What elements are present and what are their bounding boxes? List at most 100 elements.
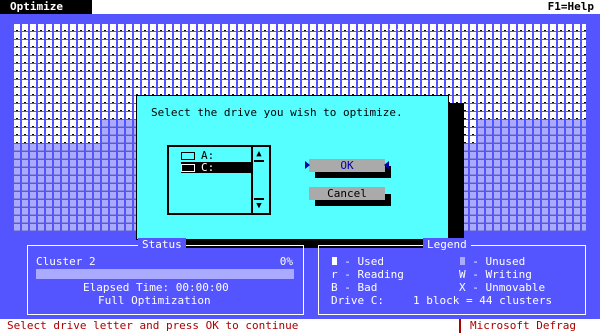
legend-reading: r - Reading bbox=[331, 268, 404, 281]
drive-list[interactable]: A: C: ▲ ▼ bbox=[167, 145, 271, 215]
cluster-block bbox=[78, 152, 84, 159]
cluster-block bbox=[542, 120, 548, 127]
cluster-block bbox=[246, 24, 252, 31]
cluster-block bbox=[238, 24, 244, 31]
cluster-block bbox=[526, 152, 532, 159]
cluster-block bbox=[14, 40, 20, 47]
cluster-block bbox=[70, 24, 76, 31]
cluster-block bbox=[350, 88, 356, 95]
cluster-block bbox=[134, 72, 140, 79]
cluster-block bbox=[62, 184, 68, 191]
cluster-block bbox=[54, 32, 60, 39]
cluster-block bbox=[30, 168, 36, 175]
cluster-block bbox=[478, 72, 484, 79]
cluster-block bbox=[334, 40, 340, 47]
cluster-block bbox=[86, 40, 92, 47]
cluster-block bbox=[334, 24, 340, 31]
cluster-block bbox=[102, 24, 108, 31]
cluster-block bbox=[446, 48, 452, 55]
cluster-block bbox=[254, 24, 260, 31]
cluster-block bbox=[542, 208, 548, 215]
cluster-block bbox=[86, 64, 92, 71]
drive-list-scrollbar[interactable]: ▲ ▼ bbox=[251, 147, 265, 213]
cluster-block bbox=[62, 88, 68, 95]
cluster-block bbox=[62, 120, 68, 127]
menu-bar: Optimize F1=Help bbox=[0, 0, 600, 14]
cluster-block bbox=[478, 48, 484, 55]
cluster-block bbox=[582, 32, 586, 39]
drive-item-c[interactable]: C: bbox=[181, 162, 251, 173]
cluster-block bbox=[182, 24, 188, 31]
cluster-block bbox=[206, 88, 212, 95]
cluster-block bbox=[118, 40, 124, 47]
cluster-block bbox=[102, 112, 108, 119]
cluster-block bbox=[470, 72, 476, 79]
scroll-up-arrow-icon[interactable]: ▲ bbox=[254, 148, 264, 162]
cluster-block bbox=[334, 32, 340, 39]
cluster-block bbox=[510, 80, 516, 87]
cluster-block bbox=[14, 48, 20, 55]
cluster-block bbox=[310, 40, 316, 47]
ok-button[interactable]: OK bbox=[305, 159, 389, 172]
cluster-block bbox=[190, 56, 196, 63]
cluster-block bbox=[534, 72, 540, 79]
cluster-block bbox=[118, 24, 124, 31]
cancel-button[interactable]: Cancel bbox=[309, 187, 385, 200]
cluster-block bbox=[534, 88, 540, 95]
cluster-block bbox=[478, 56, 484, 63]
cluster-block bbox=[566, 96, 572, 103]
cluster-block bbox=[582, 120, 586, 127]
help-hint[interactable]: F1=Help bbox=[548, 0, 594, 14]
cluster-block bbox=[54, 88, 60, 95]
menu-optimize[interactable]: Optimize bbox=[0, 0, 92, 14]
cluster-block bbox=[38, 168, 44, 175]
cluster-block bbox=[262, 40, 268, 47]
cluster-block bbox=[558, 56, 564, 63]
cluster-block bbox=[310, 64, 316, 71]
cluster-block bbox=[422, 72, 428, 79]
cluster-block bbox=[278, 80, 284, 87]
cluster-block bbox=[574, 160, 580, 167]
cluster-block bbox=[438, 72, 444, 79]
cluster-block bbox=[582, 168, 586, 175]
cluster-block bbox=[526, 24, 532, 31]
cluster-block bbox=[582, 128, 586, 135]
cluster-block bbox=[38, 208, 44, 215]
cluster-block bbox=[582, 176, 586, 183]
drive-item-a[interactable]: A: bbox=[181, 150, 251, 161]
cancel-button-label: Cancel bbox=[327, 187, 367, 200]
cluster-block bbox=[502, 224, 508, 231]
cluster-block bbox=[518, 192, 524, 199]
cluster-block bbox=[486, 40, 492, 47]
legend-writing: W - Writing bbox=[459, 268, 532, 281]
cluster-block bbox=[510, 120, 516, 127]
cluster-block bbox=[310, 48, 316, 55]
cluster-block bbox=[110, 80, 116, 87]
cluster-block bbox=[94, 184, 100, 191]
cluster-block bbox=[558, 80, 564, 87]
cluster-block bbox=[342, 48, 348, 55]
scroll-down-arrow-icon[interactable]: ▼ bbox=[254, 198, 264, 212]
cluster-block bbox=[102, 72, 108, 79]
cluster-block bbox=[46, 200, 52, 207]
cluster-block bbox=[270, 40, 276, 47]
cluster-block bbox=[214, 64, 220, 71]
cluster-block bbox=[46, 88, 52, 95]
cluster-block bbox=[86, 72, 92, 79]
cluster-block bbox=[78, 56, 84, 63]
cluster-block bbox=[382, 88, 388, 95]
cluster-block bbox=[518, 80, 524, 87]
cluster-block bbox=[534, 152, 540, 159]
cluster-block bbox=[470, 192, 476, 199]
cluster-block bbox=[78, 192, 84, 199]
cluster-block bbox=[494, 216, 500, 223]
legend-block-size: 1 block = 44 clusters bbox=[413, 294, 553, 307]
cluster-block bbox=[326, 24, 332, 31]
cluster-block bbox=[30, 160, 36, 167]
drive-label: C: bbox=[201, 161, 215, 174]
cluster-block bbox=[142, 64, 148, 71]
cluster-block bbox=[38, 72, 44, 79]
cluster-block bbox=[566, 136, 572, 143]
cluster-block bbox=[78, 184, 84, 191]
cluster-block bbox=[102, 80, 108, 87]
